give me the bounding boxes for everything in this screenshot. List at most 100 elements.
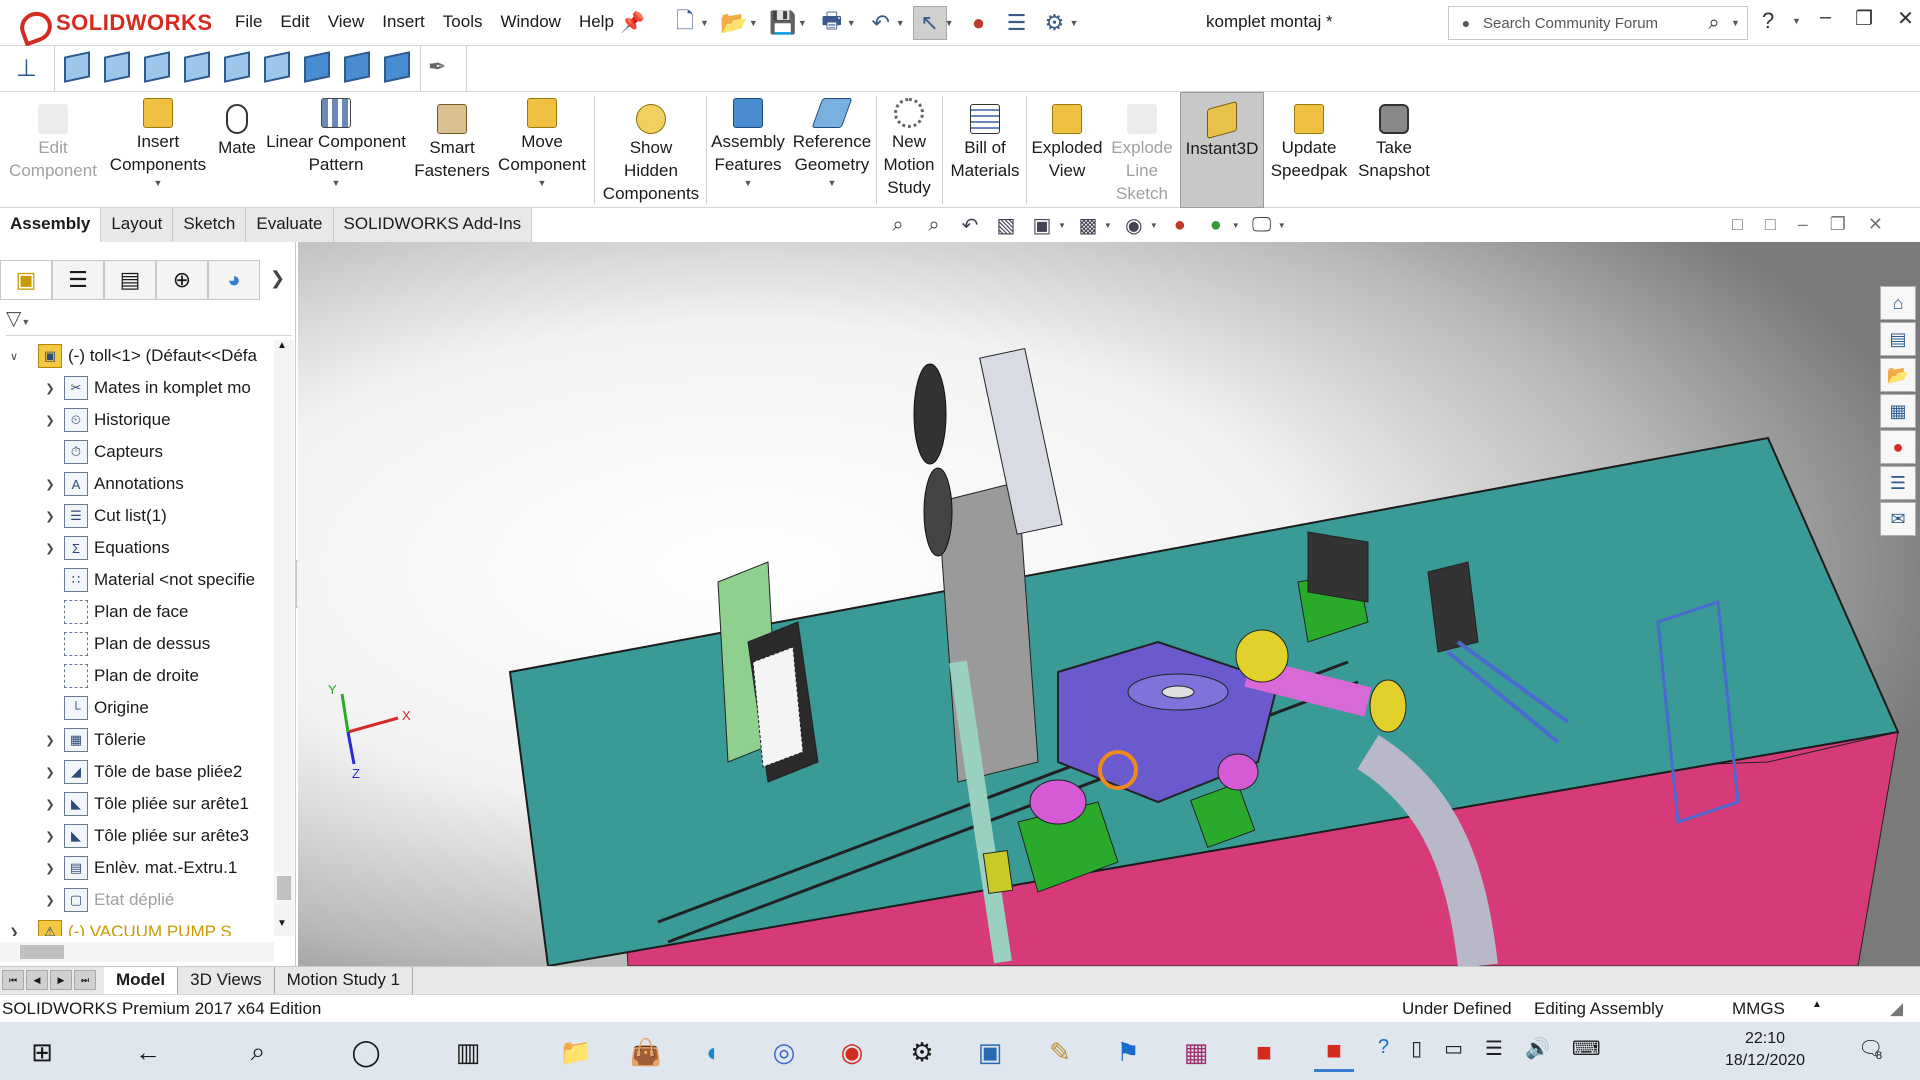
chevron-right-icon[interactable]: ❯ (42, 478, 58, 491)
take-snapshot-button[interactable]: Take Snapshot (1352, 92, 1436, 208)
keyboard-icon[interactable]: ⌨ (1572, 1036, 1601, 1061)
appearances-icon[interactable]: ● (1880, 430, 1916, 464)
open-folder-icon[interactable]: 📂 (717, 6, 751, 40)
file-explorer-icon[interactable]: 📂 (1880, 358, 1916, 392)
tree-node[interactable]: ❯ Σ Equations (0, 532, 274, 564)
menu-tools[interactable]: Tools (434, 12, 492, 32)
exploded-view-button[interactable]: Exploded View (1028, 92, 1106, 208)
first-tab-icon[interactable]: ⏮ (2, 970, 24, 990)
edit-appearance-icon[interactable]: ● (1166, 212, 1194, 238)
solidworks-2017-icon[interactable]: ■ (1314, 1032, 1354, 1072)
search-box[interactable]: ● Search Community Forum ⌕ ▼ (1448, 6, 1748, 40)
viewport-close-icon[interactable]: ✕ (1868, 214, 1883, 235)
top-view-icon[interactable] (224, 51, 254, 84)
custom-properties-icon[interactable]: ☰ (1880, 466, 1916, 500)
menu-insert[interactable]: Insert (373, 12, 434, 32)
tree-node[interactable]: ❯ ◢ Tôle de base pliée2 (0, 756, 274, 788)
units-chevron-icon[interactable]: ▲ (1812, 999, 1822, 1010)
chevron-down-icon[interactable]: ▼ (154, 176, 163, 190)
restore-icon[interactable]: ❐ (1855, 6, 1873, 31)
tab-model[interactable]: Model (104, 967, 179, 995)
tree-node[interactable]: ❯ ✂ Mates in komplet mo (0, 372, 274, 404)
chrome-alt-icon[interactable]: ◎ (764, 1032, 804, 1072)
cortana-icon[interactable]: ◯ (346, 1032, 386, 1072)
tab-evaluate[interactable]: Evaluate (246, 208, 334, 242)
view-settings-icon[interactable]: 🖵 (1248, 212, 1276, 238)
select-pointer-icon[interactable]: ↖ (912, 6, 947, 40)
solidworks-resources-icon[interactable]: ⌂ (1880, 286, 1916, 320)
scroll-down-icon[interactable]: ▼ (277, 918, 287, 929)
bill-of-materials-button[interactable]: Bill of Materials (944, 92, 1026, 208)
tree-node[interactable]: ⏱ Capteurs (0, 436, 274, 468)
menu-help[interactable]: Help (570, 12, 623, 32)
chevron-down-icon[interactable]: ▼ (828, 176, 837, 190)
tab-assembly[interactable]: Assembly (0, 208, 102, 242)
update-speedpak-button[interactable]: Update Speedpak (1266, 92, 1352, 208)
dimetric-view-icon[interactable] (384, 51, 414, 84)
tree-node[interactable]: ❯ ▦ Tôlerie (0, 724, 274, 756)
property-manager-tab-icon[interactable]: ☰ (52, 260, 104, 300)
tree-node[interactable]: └ Origine (0, 692, 274, 724)
left-view-icon[interactable] (144, 51, 174, 84)
display-manager-tab-icon[interactable]: ◕ (208, 260, 260, 300)
front-view-icon[interactable] (64, 51, 94, 84)
search-dropdown-icon[interactable]: ▼ (1731, 18, 1747, 28)
chevron-right-icon[interactable]: ❯ (42, 510, 58, 523)
chevron-right-icon[interactable]: ❯ (42, 862, 58, 875)
store-icon[interactable]: 👜 (626, 1032, 666, 1072)
menu-edit[interactable]: Edit (271, 12, 318, 32)
chevron-right-icon[interactable]: ❯ (42, 798, 58, 811)
tab-motion-study[interactable]: Motion Study 1 (275, 967, 414, 995)
chevron-down-icon[interactable]: ▼ (744, 176, 753, 190)
zoom-to-area-icon[interactable]: ⌕ (920, 212, 948, 238)
tree-node[interactable]: ∨ ▣ (-) toll<1> (Défaut<<Défa (0, 340, 274, 372)
menu-file[interactable]: File (226, 12, 271, 32)
tree-node[interactable]: Plan de droite (0, 660, 274, 692)
wifi-icon[interactable]: ☰ (1485, 1036, 1503, 1061)
view-orientation-icon[interactable]: ▣ (1028, 212, 1056, 238)
reference-geometry-button[interactable]: Reference Geometry ▼ (790, 92, 874, 208)
scroll-up-icon[interactable]: ▲ (277, 340, 287, 351)
chrome-icon[interactable]: ◉ (832, 1032, 872, 1072)
new-motion-study-button[interactable]: New Motion Study (878, 92, 940, 208)
help-icon[interactable]: ? (1762, 8, 1774, 34)
chevron-right-icon[interactable]: ❯ (270, 268, 285, 289)
tree-node[interactable]: ❯ A Annotations (0, 468, 274, 500)
resize-grip-icon[interactable]: ◢ (1890, 999, 1903, 1019)
menu-view[interactable]: View (319, 12, 374, 32)
file-explorer-icon[interactable]: 📁 (556, 1032, 596, 1072)
chevron-down-icon[interactable]: ▼ (332, 176, 341, 190)
right-view-icon[interactable] (184, 51, 214, 84)
tree-node[interactable]: ❯ ▤ Enlèv. mat.-Extru.1 (0, 852, 274, 884)
new-document-icon[interactable]: 🗋 (668, 6, 702, 40)
tree-node[interactable]: Plan de face (0, 596, 274, 628)
tree-vertical-scrollbar[interactable]: ▲ ▼ (274, 340, 294, 936)
options-gear-icon[interactable]: ⚙ (1038, 6, 1072, 40)
volume-icon[interactable]: 🔊 (1525, 1036, 1550, 1061)
configuration-manager-tab-icon[interactable]: ▤ (104, 260, 156, 300)
tree-node[interactable]: ❯ ☰ Cut list(1) (0, 500, 274, 532)
chevron-right-icon[interactable]: ❯ (42, 734, 58, 747)
isometric-view-icon[interactable] (304, 51, 334, 84)
tree-node[interactable]: ❯ ⚠ (-) VACUUM PUMP S (0, 916, 274, 936)
tab-sketch[interactable]: Sketch (173, 208, 247, 242)
feature-manager-tab-icon[interactable]: ▣ (0, 260, 52, 300)
normal-to-icon[interactable]: ⊥ (16, 54, 46, 84)
smart-fasteners-button[interactable]: Smart Fasteners (410, 92, 494, 208)
filter-icon[interactable]: ▽▼ (6, 306, 292, 336)
tab-solidworks-add-ins[interactable]: SOLIDWORKS Add-Ins (333, 208, 533, 242)
move-component-button[interactable]: Move Component ▼ (494, 92, 590, 208)
chevron-down-icon[interactable]: ∨ (6, 350, 22, 363)
winrar-icon[interactable]: ▦ (1176, 1032, 1216, 1072)
print-icon[interactable]: 🖶 (815, 6, 849, 40)
help-dropdown-icon[interactable]: ▼ (1792, 16, 1801, 26)
minimize-icon[interactable]: – (1820, 6, 1831, 31)
system-clock[interactable]: 22:10 18/12/2020 (1720, 1028, 1810, 1072)
viewport-restore-icon[interactable]: ❐ (1830, 214, 1846, 235)
chevron-down-icon[interactable]: ▼ (538, 176, 547, 190)
notification-center-icon[interactable]: 🗨 8 (1858, 1036, 1890, 1068)
assembly-3d-model[interactable]: X Y Z (298, 242, 1920, 966)
task-view-icon[interactable]: ▥ (448, 1032, 488, 1072)
chevron-right-icon[interactable]: ❯ (42, 542, 58, 555)
assembly-features-button[interactable]: Assembly Features ▼ (708, 92, 788, 208)
